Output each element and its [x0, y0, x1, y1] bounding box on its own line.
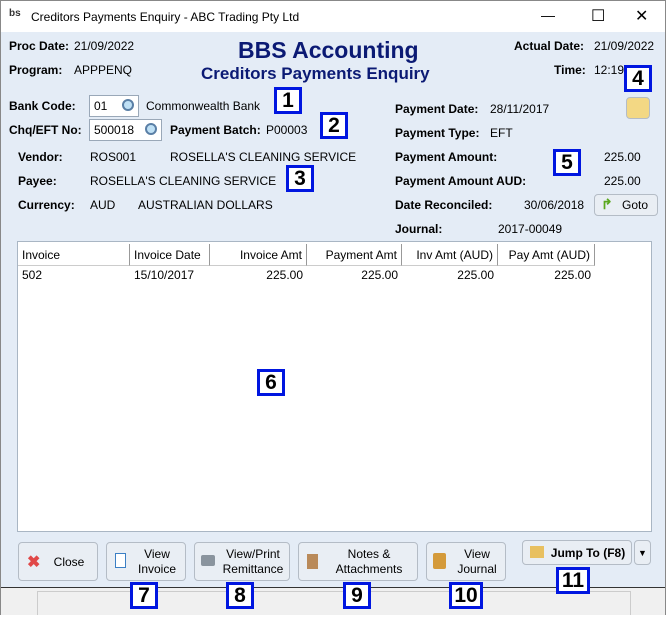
time: 12:19: [594, 63, 625, 77]
bank-code-value: 01: [94, 99, 108, 113]
batch: P00003: [266, 123, 308, 137]
label-line: View: [464, 547, 490, 561]
title-bar: bs Creditors Payments Enquiry - ABC Trad…: [1, 1, 665, 32]
column-header[interactable]: Payment Amt: [307, 244, 402, 266]
column-header[interactable]: Invoice Date: [130, 244, 210, 266]
callout-badge: 1: [274, 87, 302, 114]
label-line: Notes &: [347, 547, 391, 561]
journal-label: Journal:: [395, 222, 443, 236]
close-button[interactable]: ✖ Close: [18, 542, 98, 581]
view-journal-button[interactable]: View Journal: [426, 542, 506, 581]
payment-amount-label: Payment Amount:: [395, 150, 498, 164]
payment-date-label: Payment Date:: [395, 102, 479, 116]
column-header[interactable]: Invoice Amt: [210, 244, 307, 266]
cell-invoice: 502: [22, 268, 43, 282]
bank-name: Commonwealth Bank: [146, 99, 261, 113]
maximize-button[interactable]: ☐: [591, 6, 605, 26]
date-reconciled: 30/06/2018: [524, 198, 585, 212]
callout-badge: 2: [320, 112, 348, 139]
batch-label: Payment Batch:: [170, 123, 261, 137]
callout-badge: 5: [553, 149, 581, 176]
close-window-button[interactable]: ✕: [635, 6, 648, 26]
currency-code: AUD: [90, 198, 116, 212]
callout-badge: 10: [449, 582, 483, 609]
program: APPPENQ: [74, 63, 133, 77]
cell-pay-amt-aud: 225.00: [554, 268, 591, 282]
payment-type-label: Payment Type:: [395, 126, 480, 140]
bank-code-label: Bank Code:: [9, 99, 76, 113]
vendor-name: ROSELLA'S CLEANING SERVICE: [170, 150, 357, 164]
currency-name: AUSTRALIAN DOLLARS: [138, 198, 273, 212]
folders-icon: [530, 546, 544, 558]
goto-arrow-icon: ↱: [601, 196, 613, 212]
payment-type: EFT: [490, 126, 513, 140]
screen-title: Creditors Payments Enquiry: [201, 64, 430, 83]
actual-date: 21/09/2022: [594, 39, 655, 53]
program-label: Program:: [9, 63, 63, 77]
view-print-remittance-button[interactable]: View/Print Remittance: [194, 542, 290, 581]
jump-to-button[interactable]: Jump To (F8): [522, 540, 632, 565]
goto-label: Goto: [621, 198, 648, 212]
callout-badge: 7: [130, 582, 158, 609]
status-panel: [37, 591, 631, 615]
callout-badge: 9: [343, 582, 371, 609]
cell-inv-amt-aud: 225.00: [457, 268, 494, 282]
chq-value: 500018: [94, 123, 135, 137]
proc-date-label: Proc Date:: [9, 39, 70, 53]
callout-badge: 3: [286, 165, 314, 192]
chq-label: Chq/EFT No:: [9, 123, 82, 137]
label-line: Journal: [457, 562, 497, 576]
column-header[interactable]: Pay Amt (AUD): [498, 244, 595, 266]
window-title: Creditors Payments Enquiry - ABC Trading…: [31, 10, 300, 24]
payment-amount-aud-label: Payment Amount AUD:: [395, 174, 527, 188]
vendor-code: ROS001: [90, 150, 137, 164]
jump-label: Jump To (F8): [550, 546, 626, 560]
callout-badge: 4: [624, 65, 652, 92]
label-line: View/Print: [226, 547, 280, 561]
chq-lookup-icon[interactable]: [145, 123, 157, 135]
vendor-label: Vendor:: [18, 150, 63, 164]
payment-date: 28/11/2017: [490, 102, 550, 116]
callout-badge: 6: [257, 369, 285, 396]
payment-amount-aud: 225.00: [604, 174, 641, 188]
close-label: Close: [53, 555, 85, 569]
payee-label: Payee:: [18, 174, 57, 188]
add-folder-button[interactable]: [626, 97, 650, 119]
bank-lookup-icon[interactable]: [122, 99, 134, 111]
close-x-icon: ✖: [27, 554, 41, 571]
label-line: Invoice: [137, 562, 177, 576]
journal: 2017-00049: [498, 222, 563, 236]
currency-label: Currency:: [18, 198, 75, 212]
label-line: Remittance: [222, 562, 284, 576]
printer-icon: [201, 555, 215, 566]
proc-date: 21/09/2022: [74, 39, 135, 53]
payee: ROSELLA'S CLEANING SERVICE: [90, 174, 277, 188]
date-reconciled-label: Date Reconciled:: [395, 198, 493, 212]
goto-button[interactable]: ↱ Goto: [594, 194, 658, 216]
cell-payment-amt: 225.00: [361, 268, 398, 282]
callout-badge: 11: [556, 567, 590, 594]
app-logo-icon: bs: [9, 8, 21, 19]
window: bs Creditors Payments Enquiry - ABC Trad…: [0, 0, 666, 615]
notes-attachments-button[interactable]: Notes & Attachments: [298, 542, 418, 581]
callout-badge: 8: [226, 582, 254, 609]
app-title: BBS Accounting: [238, 37, 419, 63]
document-icon: [115, 553, 126, 568]
label-line: View: [144, 547, 170, 561]
view-invoice-button[interactable]: View Invoice: [106, 542, 186, 581]
cell-invoice-amt: 225.00: [266, 268, 303, 282]
column-header[interactable]: Invoice: [18, 244, 130, 266]
actual-date-label: Actual Date:: [514, 39, 585, 53]
address-book-icon: [433, 553, 446, 569]
payment-amount: 225.00: [604, 150, 641, 164]
time-label: Time:: [554, 63, 586, 77]
clipboard-icon: [307, 554, 318, 569]
jump-dropdown-button[interactable]: ▼: [634, 540, 651, 565]
label-line: Attachments: [335, 562, 403, 576]
cell-invoice-date: 15/10/2017: [134, 268, 195, 282]
column-header[interactable]: Inv Amt (AUD): [402, 244, 498, 266]
minimize-button[interactable]: —: [541, 7, 555, 23]
invoice-table[interactable]: Invoice Invoice Date Invoice Amt Payment…: [17, 241, 652, 532]
